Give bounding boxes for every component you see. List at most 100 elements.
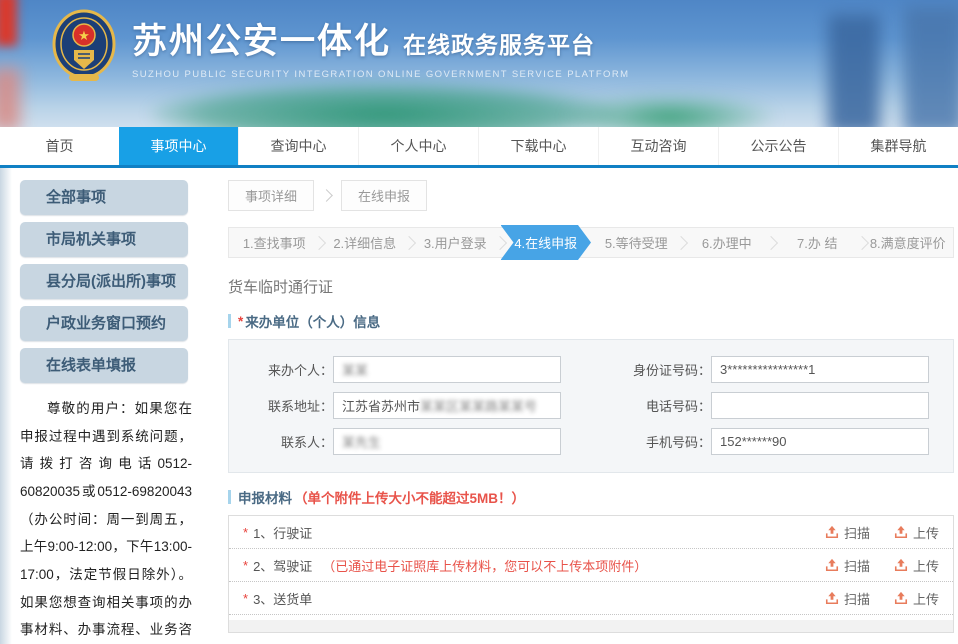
police-emblem-icon: ★ — [52, 8, 116, 84]
sidebar: 全部事项 市局机关事项 县分局(派出所)事项 户政业务窗口预约 在线表单填报 尊… — [0, 168, 212, 641]
site-subtitle: 在线政务服务平台 — [403, 26, 595, 60]
id-number-label: 身份证号码： — [561, 360, 711, 379]
scan-label: 扫描 — [844, 523, 870, 542]
sidebar-edge-gradient — [0, 168, 12, 644]
section-marker-bar — [228, 314, 231, 328]
material-label: 2、驾驶证 — [253, 556, 312, 575]
step-7-complete[interactable]: 7.办 结 — [772, 228, 863, 257]
upload-button[interactable]: 上传 — [894, 523, 939, 542]
background-blob — [0, 0, 17, 46]
material-label: 3、送货单 — [253, 589, 312, 608]
progress-steps: 1.查找事项 2.详细信息 3.用户登录 4.在线申报 5.等待受理 6.办理中… — [228, 227, 954, 258]
required-asterisk: * — [238, 314, 243, 329]
step-8-satisfaction[interactable]: 8.满意度评价 — [863, 228, 954, 257]
background-blob — [0, 68, 20, 127]
upload-button[interactable]: 上传 — [894, 589, 939, 608]
upload-icon — [825, 591, 839, 605]
redacted-visitor-value: 某某 — [342, 360, 368, 379]
main-nav: 首页 事项中心 查询中心 个人中心 下载中心 互动咨询 公示公告 集群导航 — [0, 127, 958, 168]
applicant-section-title: 来办单位（个人）信息 — [245, 311, 380, 331]
material-label: 1、行驶证 — [253, 523, 312, 542]
upload-icon — [825, 558, 839, 572]
applicant-section-header: * 来办单位（个人）信息 — [228, 311, 954, 331]
page-title: 货车临时通行证 — [228, 276, 954, 297]
phone-label: 电话号码： — [561, 396, 711, 415]
required-asterisk: * — [243, 591, 248, 606]
visitor-input[interactable]: 某某 — [333, 356, 561, 383]
contact-input[interactable]: 某先生 — [333, 428, 561, 455]
upload-label: 上传 — [913, 589, 939, 608]
required-asterisk: * — [243, 558, 248, 573]
background-building — [828, 14, 880, 127]
materials-size-note: （单个附件上传大小不能超过5MB！） — [294, 487, 525, 507]
step-6-processing[interactable]: 6.办理中 — [682, 228, 773, 257]
nav-item-cluster-nav[interactable]: 集群导航 — [838, 127, 958, 165]
materials-list: * 1、行驶证 扫描 上传 * 2、驾驶证 （已通过电子证照库上传材料，您可以不… — [228, 515, 954, 633]
upload-label: 上传 — [913, 523, 939, 542]
material-row-driving-permit: * 1、行驶证 扫描 上传 — [229, 516, 953, 549]
scan-button[interactable]: 扫描 — [825, 556, 870, 575]
nav-item-download-center[interactable]: 下载中心 — [478, 127, 598, 165]
breadcrumb: 事项详细 在线申报 — [228, 180, 954, 211]
upload-icon — [894, 591, 908, 605]
scan-button[interactable]: 扫描 — [825, 523, 870, 542]
id-number-input[interactable] — [711, 356, 929, 383]
background-trees — [150, 83, 620, 127]
sidebar-item-county-branch[interactable]: 县分局(派出所)事项 — [20, 264, 188, 299]
sidebar-item-household-reservation[interactable]: 户政业务窗口预约 — [20, 306, 188, 341]
redacted-contact-value: 某先生 — [342, 432, 381, 451]
sidebar-item-city-bureau[interactable]: 市局机关事项 — [20, 222, 188, 257]
site-subtitle-en: SUZHOU PUBLIC SECURITY INTEGRATION ONLIN… — [132, 69, 629, 80]
nav-item-announcements[interactable]: 公示公告 — [718, 127, 838, 165]
svg-text:★: ★ — [78, 28, 90, 43]
sidebar-item-online-form[interactable]: 在线表单填报 — [20, 348, 188, 383]
content: 事项详细 在线申报 1.查找事项 2.详细信息 3.用户登录 4.在线申报 5.… — [212, 168, 958, 641]
nav-item-interaction[interactable]: 互动咨询 — [598, 127, 718, 165]
nav-item-personal-center[interactable]: 个人中心 — [358, 127, 478, 165]
sidebar-item-all-matters[interactable]: 全部事项 — [20, 180, 188, 215]
upload-button[interactable]: 上传 — [894, 556, 939, 575]
nav-item-matters-center[interactable]: 事项中心 — [119, 127, 238, 165]
step-2-detail-info[interactable]: 2.详细信息 — [320, 228, 411, 257]
nav-item-home[interactable]: 首页 — [0, 127, 119, 165]
address-visible-value: 江苏省苏州市 — [342, 396, 420, 415]
nav-item-query-center[interactable]: 查询中心 — [238, 127, 358, 165]
mobile-label: 手机号码： — [561, 432, 711, 451]
scan-button[interactable]: 扫描 — [825, 589, 870, 608]
site-title: 苏州公安一体化 — [132, 13, 391, 64]
material-note: （已通过电子证照库上传材料，您可以不上传本项附件） — [322, 556, 647, 575]
contact-label: 联系人： — [233, 432, 333, 451]
upload-icon — [894, 525, 908, 539]
panel-footer-strip — [229, 620, 953, 632]
applicant-form: 来办个人： 某某 身份证号码： 联系地址： 江苏省苏州市 某某区某某路某某号 电… — [228, 339, 954, 473]
chevron-right-icon — [320, 189, 333, 202]
materials-section-header: 申报材料 （单个附件上传大小不能超过5MB！） — [228, 487, 954, 507]
upload-label: 上传 — [913, 556, 939, 575]
upload-icon — [894, 558, 908, 572]
brand: ★ 苏州公安一体化 在线政务服务平台 SUZHOU PUBLIC SECURIT… — [52, 8, 629, 84]
scan-label: 扫描 — [844, 556, 870, 575]
address-label: 联系地址： — [233, 396, 333, 415]
breadcrumb-item-detail[interactable]: 事项详细 — [228, 180, 314, 211]
background-building — [904, 6, 958, 127]
section-marker-bar — [228, 490, 231, 504]
material-row-delivery-note: * 3、送货单 扫描 上传 — [229, 582, 953, 615]
address-input[interactable]: 江苏省苏州市 某某区某某路某某号 — [333, 392, 561, 419]
step-5-wait-accept[interactable]: 5.等待受理 — [591, 228, 682, 257]
step-4-online-apply[interactable]: 4.在线申报 — [501, 225, 592, 260]
site-header: ★ 苏州公安一体化 在线政务服务平台 SUZHOU PUBLIC SECURIT… — [0, 0, 958, 127]
phone-input[interactable] — [711, 392, 929, 419]
help-notice-text: 尊敬的用户：如果您在申报过程中遇到系统问题，请拨打咨询电话0512-608200… — [20, 395, 192, 644]
step-3-user-login[interactable]: 3.用户登录 — [410, 228, 501, 257]
material-row-driver-license: * 2、驾驶证 （已通过电子证照库上传材料，您可以不上传本项附件） 扫描 上传 — [229, 549, 953, 582]
background-trees — [560, 93, 780, 127]
step-1-find-matter[interactable]: 1.查找事项 — [229, 228, 320, 257]
mobile-input[interactable] — [711, 428, 929, 455]
materials-section-title: 申报材料 — [238, 487, 292, 507]
redacted-address-value: 某某区某某路某某号 — [420, 396, 537, 415]
upload-icon — [825, 525, 839, 539]
required-asterisk: * — [243, 525, 248, 540]
scan-label: 扫描 — [844, 589, 870, 608]
visitor-label: 来办个人： — [233, 360, 333, 379]
breadcrumb-item-online-apply[interactable]: 在线申报 — [341, 180, 427, 211]
